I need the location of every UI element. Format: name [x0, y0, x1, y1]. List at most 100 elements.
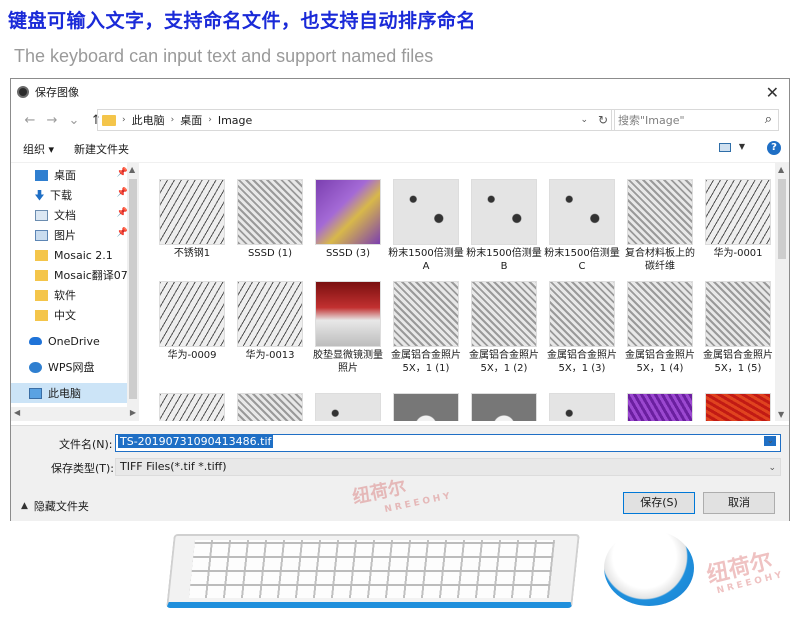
breadcrumb-item[interactable]: 桌面	[180, 112, 202, 128]
chevron-down-icon[interactable]: ⌄	[768, 460, 776, 476]
file-thumbnail	[315, 179, 381, 245]
file-name: 胶垫显微镜测量照片	[313, 350, 383, 374]
file-item[interactable]	[465, 393, 543, 421]
picture-icon	[35, 229, 48, 241]
breadcrumb-item[interactable]: Image	[218, 114, 252, 127]
file-item[interactable]	[153, 393, 231, 421]
scroll-left-icon[interactable]: ◀	[14, 408, 20, 417]
scroll-up-icon[interactable]: ▲	[129, 165, 135, 174]
sidebar-item-mosaic21[interactable]: Mosaic 2.1	[11, 245, 138, 265]
file-name: 金属铝合金照片5X，1 (5)	[703, 350, 773, 374]
file-thumbnail	[705, 281, 771, 347]
file-item[interactable]: 复合材料板上的碳纤维	[621, 179, 699, 273]
sidebar-item-chinese[interactable]: 中文	[11, 305, 138, 325]
view-options-icon[interactable]	[719, 143, 731, 152]
refresh-icon[interactable]: ↻	[598, 113, 608, 127]
save-button[interactable]: 保存(S)	[623, 492, 695, 514]
file-grid-scrollbar[interactable]: ▲ ▼	[775, 163, 789, 421]
sidebar-item-mosaic-translation[interactable]: Mosaic翻译071	[11, 265, 138, 285]
sidebar-item-this-pc[interactable]: 此电脑	[11, 383, 138, 403]
sidebar-item-onedrive[interactable]: OneDrive	[11, 331, 138, 351]
sidebar-item-pictures[interactable]: 图片 📌	[11, 225, 138, 245]
help-icon[interactable]: ?	[767, 141, 781, 155]
file-item[interactable]: 粉末1500倍测量A	[387, 179, 465, 273]
file-thumbnail	[159, 393, 225, 421]
sidebar-item-label: WPS网盘	[48, 361, 95, 374]
file-name: 华为-0013	[245, 350, 295, 361]
file-item[interactable]: 金属铝合金照片5X，1 (4)	[621, 281, 699, 375]
file-thumbnail	[315, 393, 381, 421]
forward-arrow-icon[interactable]: →	[41, 113, 63, 128]
filetype-label: 保存类型(T):	[51, 462, 115, 475]
filename-field[interactable]: TS-20190731090413486.tif ⌄	[115, 434, 781, 452]
file-name: SSSD (3)	[325, 248, 371, 259]
sidebar-item-label: 软件	[54, 289, 76, 302]
cancel-button[interactable]: 取消	[703, 492, 775, 514]
file-item[interactable]: 粉末1500倍测量B	[465, 179, 543, 273]
scrollbar-thumb[interactable]	[778, 179, 786, 259]
scroll-right-icon[interactable]: ▶	[130, 408, 136, 417]
cloud-icon	[29, 337, 42, 345]
file-thumbnail	[471, 393, 537, 421]
scroll-up-icon[interactable]: ▲	[778, 165, 784, 174]
wps-cloud-icon	[29, 361, 42, 373]
sidebar-item-wps-cloud[interactable]: WPS网盘	[11, 357, 138, 377]
sidebar-item-documents[interactable]: 文档 📌	[11, 205, 138, 225]
file-item[interactable]	[621, 393, 699, 421]
navigation-horizontal-scrollbar[interactable]: ◀ ▶	[11, 407, 139, 421]
file-thumbnail	[237, 281, 303, 347]
hide-folders-toggle[interactable]: ▲ 隐藏文件夹	[21, 498, 89, 514]
sidebar-item-downloads[interactable]: 下载 📌	[11, 185, 138, 205]
file-item[interactable]: 金属铝合金照片5X，1 (1)	[387, 281, 465, 375]
search-input[interactable]: 搜索"Image" ⌕	[611, 109, 779, 131]
breadcrumb-item[interactable]: 此电脑	[132, 112, 165, 128]
search-placeholder: 搜索"Image"	[618, 114, 685, 127]
back-arrow-icon[interactable]: ←	[19, 113, 41, 128]
file-item[interactable]: 华为-0001	[699, 179, 773, 260]
file-item[interactable]: SSSD (3)	[309, 179, 387, 260]
scroll-down-icon[interactable]: ▼	[778, 410, 784, 419]
chevron-down-icon[interactable]: ▼	[739, 142, 745, 151]
file-item[interactable]	[387, 393, 465, 421]
file-thumbnail	[549, 281, 615, 347]
dialog-title: 保存图像	[35, 86, 79, 99]
address-bar[interactable]: › 此电脑 › 桌面 › Image ⌄ ↻	[97, 109, 615, 131]
file-name: 金属铝合金照片5X，1 (2)	[469, 350, 539, 374]
file-item[interactable]: 粉末1500倍测量C	[543, 179, 621, 273]
chevron-up-icon: ▲	[21, 501, 28, 511]
desktop-icon	[35, 169, 48, 181]
hide-folders-label: 隐藏文件夹	[33, 500, 89, 513]
chevron-down-icon[interactable]: ⌄	[580, 115, 588, 125]
chevron-down-icon[interactable]: ⌄	[764, 436, 776, 446]
file-item[interactable]	[231, 393, 309, 421]
file-thumbnail	[627, 179, 693, 245]
sidebar-item-label: 桌面	[54, 169, 76, 182]
file-item[interactable]	[309, 393, 387, 421]
close-icon[interactable]: ✕	[766, 83, 779, 102]
file-name: 不锈钢1	[173, 248, 211, 259]
file-item[interactable]: 不锈钢1	[153, 179, 231, 260]
navigation-scrollbar[interactable]: ▲ ▼	[127, 163, 139, 421]
file-item[interactable]	[543, 393, 621, 421]
file-item[interactable]: 华为-0013	[231, 281, 309, 362]
recent-locations-chevron-icon[interactable]: ⌄	[63, 113, 85, 128]
filetype-select[interactable]: TIFF Files(*.tif *.tiff) ⌄	[115, 458, 781, 476]
dialog-titlebar: 保存图像 ✕	[11, 79, 789, 105]
search-icon: ⌕	[764, 112, 772, 127]
file-item[interactable]: 胶垫显微镜测量照片	[309, 281, 387, 375]
organize-button[interactable]: 组织 ▾	[23, 141, 54, 157]
file-item[interactable]: 华为-0009	[153, 281, 231, 362]
new-folder-button[interactable]: 新建文件夹	[74, 141, 129, 157]
file-item[interactable]: 金属铝合金照片5X，1 (5)	[699, 281, 773, 375]
sidebar-item-desktop[interactable]: 桌面 📌	[11, 165, 138, 185]
scrollbar-thumb[interactable]	[129, 179, 137, 399]
sidebar-item-software[interactable]: 软件	[11, 285, 138, 305]
file-name: 复合材料板上的碳纤维	[625, 248, 695, 272]
file-item[interactable]	[699, 393, 773, 421]
file-item[interactable]: SSSD (1)	[231, 179, 309, 260]
download-icon	[35, 189, 44, 201]
file-item[interactable]: 金属铝合金照片5X，1 (2)	[465, 281, 543, 375]
file-item[interactable]: 金属铝合金照片5X，1 (3)	[543, 281, 621, 375]
keyboard-photo	[166, 528, 580, 614]
file-thumbnail	[705, 179, 771, 245]
